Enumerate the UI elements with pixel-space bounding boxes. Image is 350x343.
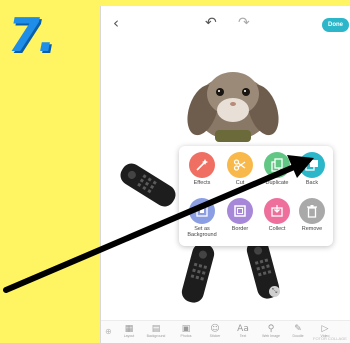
instruction-arrow-icon [3,155,314,293]
